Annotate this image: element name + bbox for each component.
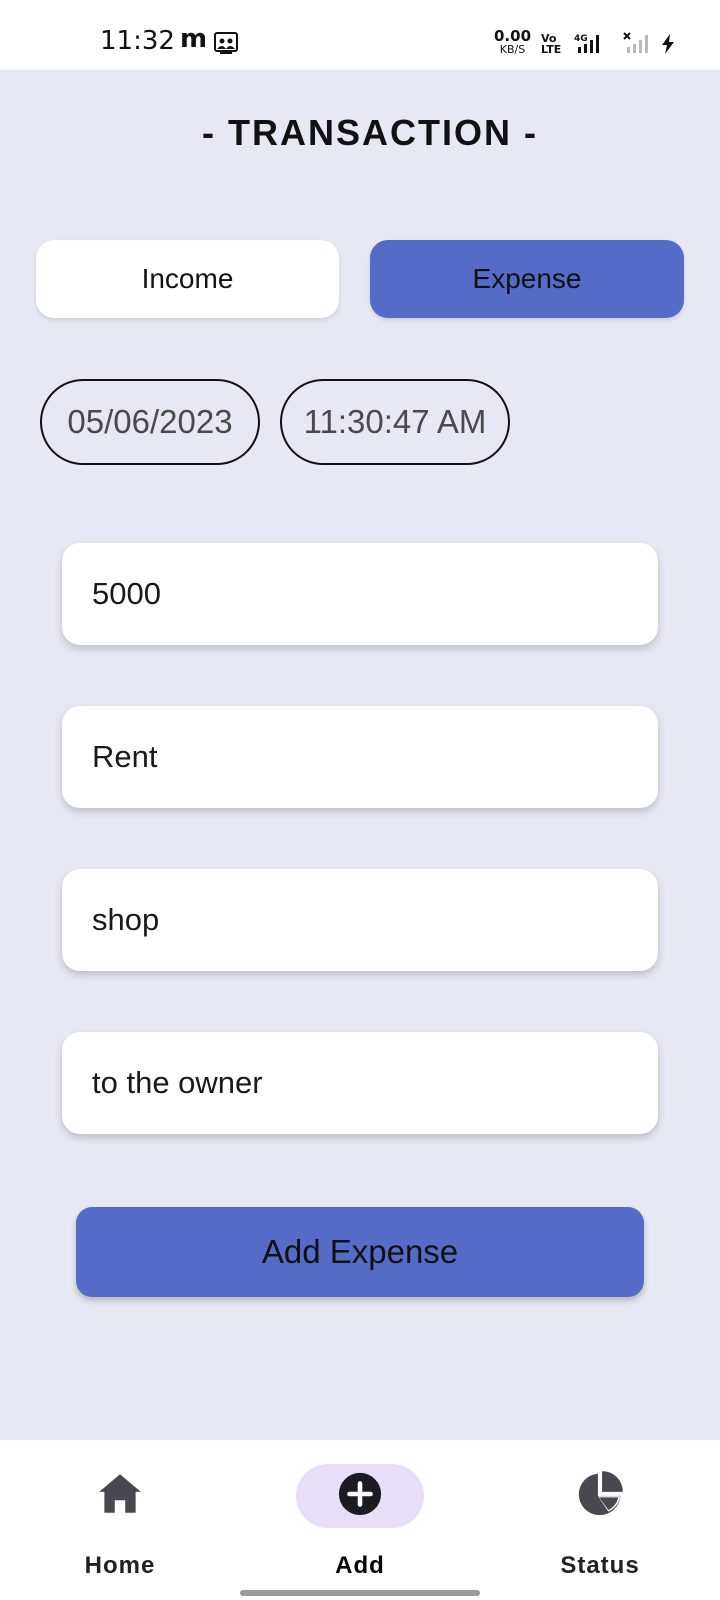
nav-status-label: Status [560, 1552, 640, 1579]
m-app-icon: m [180, 24, 208, 54]
amount-input[interactable]: 5000 [62, 543, 658, 645]
pie-chart-icon [575, 1469, 625, 1524]
time-picker-button[interactable]: 11:30:47 AM [280, 379, 510, 465]
volte-indicator: Vo LTE [541, 33, 561, 55]
income-toggle-button[interactable]: Income [36, 240, 339, 318]
add-expense-button[interactable]: Add Expense [76, 1207, 644, 1297]
nav-item-home[interactable]: Home [20, 1440, 220, 1590]
nav-home-icon-container [56, 1464, 184, 1528]
nav-status-icon-container [536, 1464, 664, 1528]
signal-no-service-icon [623, 32, 651, 59]
category-input[interactable]: Rent [62, 706, 658, 808]
home-indicator[interactable] [240, 1590, 480, 1596]
nav-item-add[interactable]: Add [260, 1440, 460, 1590]
nav-add-icon-container [296, 1464, 424, 1528]
network-speed: 0.00 KB/S [494, 27, 532, 57]
home-icon [95, 1469, 145, 1524]
nav-item-status[interactable]: Status [500, 1440, 700, 1590]
volte-line2: LTE [541, 43, 562, 56]
date-picker-button[interactable]: 05/06/2023 [40, 379, 260, 465]
page-title: - TRANSACTION - [202, 112, 538, 153]
charging-bolt-icon [661, 34, 675, 59]
network-speed-value: 0.00 [494, 27, 532, 45]
signal-4g-icon: 4G [574, 32, 604, 59]
add-circle-icon [337, 1471, 383, 1522]
note-input[interactable]: to the owner [62, 1032, 658, 1134]
bottom-navigation: Home Add Status [0, 1440, 720, 1600]
nav-home-label: Home [84, 1552, 156, 1579]
nav-add-label: Add [335, 1552, 385, 1579]
status-time: 11:32 [100, 26, 175, 56]
status-bar: 11:32 m 0.00 KB/S Vo LTE 4G [0, 0, 720, 70]
svg-text:4G: 4G [574, 34, 588, 44]
expense-toggle-button[interactable]: Expense [370, 240, 684, 318]
place-input[interactable]: shop [62, 869, 658, 971]
people-card-icon [214, 31, 238, 60]
